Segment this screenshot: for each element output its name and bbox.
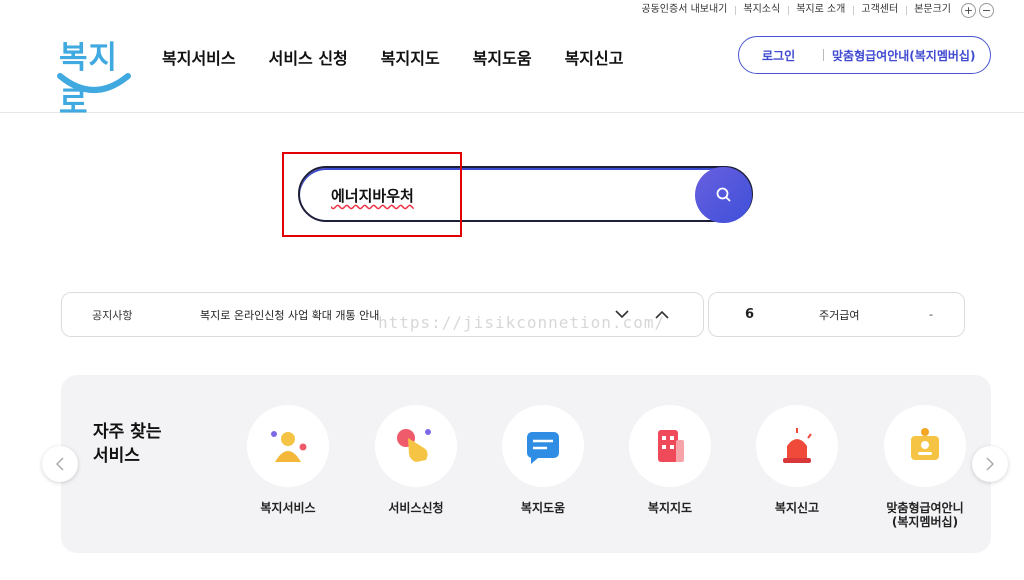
header: 복지로 복지서비스 서비스 신청 복지지도 복지도움 복지신고 로그인 맞춤형급… [0, 20, 1024, 121]
service-label: 복지지도 [647, 501, 693, 515]
welfare-news-link[interactable]: 복지소식 [735, 1, 788, 19]
chevron-left-icon [56, 457, 64, 471]
service-item-report[interactable]: 복지신고 [737, 405, 857, 515]
id-card-icon [884, 405, 966, 487]
frequent-services-panel: 자주 찾는 서비스 복지서비스 서비스신청 복지도움 복지지도 복지신고 맞춤형… [61, 375, 991, 553]
rank-number: 6 [745, 307, 755, 322]
logo-smile-icon [57, 73, 131, 93]
logo[interactable]: 복지로 [57, 32, 133, 121]
service-label: 맞춤형급여안니 (복지멤버십) [886, 501, 964, 529]
main-nav: 복지서비스 서비스 신청 복지지도 복지도움 복지신고 [162, 45, 623, 69]
service-item-welfare[interactable]: 복지서비스 [228, 405, 348, 515]
chat-bubble-icon [502, 405, 584, 487]
login-box: 로그인 맞춤형급여안내(복지멤버십) [738, 36, 991, 74]
ranking-bar[interactable]: 6 주거급여 - [708, 292, 965, 337]
cert-export-link[interactable]: 공동인증서 내보내기 [633, 1, 735, 19]
customer-center-link[interactable]: 고객센터 [853, 1, 906, 19]
nav-service-apply[interactable]: 서비스 신청 [269, 45, 348, 69]
zoom-in-button[interactable]: + [961, 2, 976, 18]
about-link[interactable]: 복지로 소개 [788, 1, 853, 19]
divider [823, 49, 824, 61]
rank-change: - [929, 308, 933, 321]
zoom-out-button[interactable]: − [979, 2, 994, 18]
carousel-next-button[interactable] [972, 446, 1008, 482]
service-item-map[interactable]: 복지지도 [610, 405, 730, 515]
frequent-services-title: 자주 찾는 서비스 [93, 422, 162, 466]
service-label: 서비스신청 [388, 501, 444, 515]
service-label: 복지신고 [774, 501, 820, 515]
building-icon [629, 405, 711, 487]
service-item-membership[interactable]: 맞춤형급여안니 (복지멤버십) [865, 405, 985, 529]
nav-welfare-report[interactable]: 복지신고 [565, 45, 624, 69]
search-icon [716, 187, 730, 202]
service-label: 복지서비스 [260, 501, 316, 515]
rank-label: 주거급여 [819, 308, 860, 322]
nav-welfare-map[interactable]: 복지지도 [381, 45, 440, 69]
nav-welfare-help[interactable]: 복지도움 [473, 45, 532, 69]
service-item-help[interactable]: 복지도움 [483, 405, 603, 515]
nav-welfare-services[interactable]: 복지서비스 [162, 45, 236, 69]
notice-tag: 공지사항 [92, 308, 133, 322]
siren-icon [756, 405, 838, 487]
hand-click-icon [375, 405, 457, 487]
membership-button[interactable]: 맞춤형급여안내(복지멤버십) [832, 47, 975, 64]
font-size-label: 본문크기 [906, 1, 959, 19]
person-icon [247, 405, 329, 487]
utility-bar: 공동인증서 내보내기 복지소식 복지로 소개 고객센터 본문크기 + − [633, 0, 994, 20]
login-button[interactable]: 로그인 [739, 47, 823, 64]
chevron-right-icon [986, 457, 994, 471]
carousel-prev-button[interactable] [42, 446, 78, 482]
service-item-apply[interactable]: 서비스신청 [356, 405, 476, 515]
service-label: 복지도움 [520, 501, 566, 515]
watermark: https://jisikconnetion.com/ [378, 313, 666, 332]
search-button[interactable] [695, 167, 752, 223]
highlight-box [282, 152, 462, 237]
